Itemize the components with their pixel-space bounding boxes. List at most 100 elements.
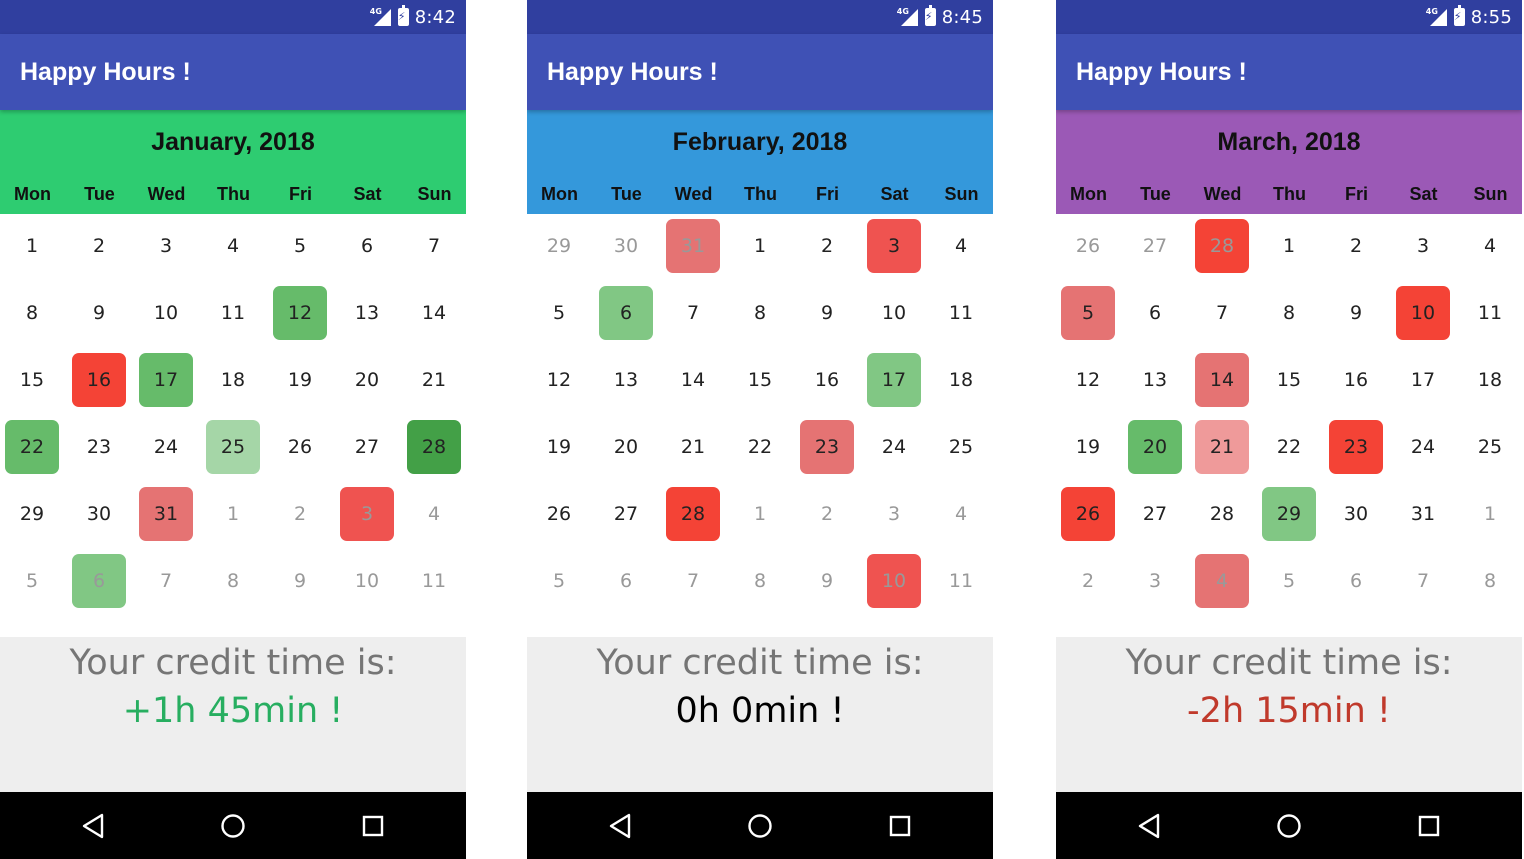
calendar-day[interactable]: 1 [1463, 487, 1517, 541]
calendar-day[interactable]: 28 [666, 487, 720, 541]
calendar-day[interactable]: 29 [5, 487, 59, 541]
calendar-day[interactable]: 19 [532, 420, 586, 474]
calendar-day[interactable]: 10 [867, 554, 921, 608]
calendar-day[interactable]: 11 [206, 286, 260, 340]
calendar-day[interactable]: 30 [599, 219, 653, 273]
calendar-day[interactable]: 7 [139, 554, 193, 608]
calendar-day[interactable]: 8 [733, 554, 787, 608]
calendar-day[interactable]: 7 [407, 219, 461, 273]
calendar-day[interactable]: 4 [407, 487, 461, 541]
calendar-day[interactable]: 15 [1262, 353, 1316, 407]
calendar-day[interactable]: 2 [72, 219, 126, 273]
calendar-day[interactable]: 24 [1396, 420, 1450, 474]
calendar-day[interactable]: 31 [666, 219, 720, 273]
recents-icon[interactable] [353, 806, 393, 846]
calendar-day[interactable]: 23 [72, 420, 126, 474]
calendar-day[interactable]: 27 [599, 487, 653, 541]
calendar-day[interactable]: 1 [733, 219, 787, 273]
calendar-day[interactable]: 9 [1329, 286, 1383, 340]
calendar-day[interactable]: 6 [1128, 286, 1182, 340]
calendar-day[interactable]: 18 [206, 353, 260, 407]
calendar-day[interactable]: 6 [599, 286, 653, 340]
calendar-day[interactable]: 10 [867, 286, 921, 340]
calendar-day[interactable]: 9 [800, 286, 854, 340]
calendar-day[interactable]: 4 [934, 487, 988, 541]
back-icon[interactable] [601, 806, 641, 846]
home-icon[interactable] [740, 806, 780, 846]
calendar-day[interactable]: 26 [1061, 487, 1115, 541]
calendar-day[interactable]: 21 [666, 420, 720, 474]
calendar-day[interactable]: 19 [273, 353, 327, 407]
calendar-day[interactable]: 1 [206, 487, 260, 541]
calendar-day[interactable]: 3 [1396, 219, 1450, 273]
calendar-day[interactable]: 1 [733, 487, 787, 541]
calendar-day[interactable]: 6 [340, 219, 394, 273]
calendar-day[interactable]: 24 [139, 420, 193, 474]
calendar-day[interactable]: 3 [867, 487, 921, 541]
home-icon[interactable] [213, 806, 253, 846]
calendar-day[interactable]: 23 [800, 420, 854, 474]
calendar-day[interactable]: 12 [1061, 353, 1115, 407]
calendar-day[interactable]: 18 [934, 353, 988, 407]
calendar-day[interactable]: 4 [206, 219, 260, 273]
calendar-day[interactable]: 7 [1396, 554, 1450, 608]
calendar-day[interactable]: 8 [206, 554, 260, 608]
calendar-day[interactable]: 14 [1195, 353, 1249, 407]
calendar-day[interactable]: 17 [1396, 353, 1450, 407]
calendar-day[interactable]: 2 [1061, 554, 1115, 608]
calendar-day[interactable]: 9 [72, 286, 126, 340]
calendar-day[interactable]: 29 [532, 219, 586, 273]
calendar-day[interactable]: 12 [273, 286, 327, 340]
calendar-day[interactable]: 3 [1128, 554, 1182, 608]
calendar-day[interactable]: 17 [867, 353, 921, 407]
calendar-day[interactable]: 31 [139, 487, 193, 541]
calendar-day[interactable]: 6 [72, 554, 126, 608]
calendar-day[interactable]: 16 [72, 353, 126, 407]
calendar-day[interactable]: 21 [407, 353, 461, 407]
calendar-day[interactable]: 13 [599, 353, 653, 407]
calendar-day[interactable]: 22 [5, 420, 59, 474]
calendar-day[interactable]: 20 [340, 353, 394, 407]
calendar-day[interactable]: 31 [1396, 487, 1450, 541]
calendar-day[interactable]: 20 [599, 420, 653, 474]
calendar-day[interactable]: 8 [5, 286, 59, 340]
calendar-day[interactable]: 3 [867, 219, 921, 273]
calendar-day[interactable]: 5 [273, 219, 327, 273]
calendar-day[interactable]: 26 [532, 487, 586, 541]
calendar-day[interactable]: 7 [666, 554, 720, 608]
calendar-day[interactable]: 3 [340, 487, 394, 541]
calendar-day[interactable]: 30 [1329, 487, 1383, 541]
back-icon[interactable] [1130, 806, 1170, 846]
calendar-day[interactable]: 28 [1195, 487, 1249, 541]
calendar-day[interactable]: 21 [1195, 420, 1249, 474]
recents-icon[interactable] [880, 806, 920, 846]
calendar-day[interactable]: 11 [934, 286, 988, 340]
calendar-day[interactable]: 7 [1195, 286, 1249, 340]
month-title[interactable]: March, 2018 [1056, 128, 1522, 157]
calendar-day[interactable]: 9 [273, 554, 327, 608]
calendar-day[interactable]: 9 [800, 554, 854, 608]
calendar-day[interactable]: 19 [1061, 420, 1115, 474]
calendar-day[interactable]: 10 [1396, 286, 1450, 340]
calendar-day[interactable]: 3 [139, 219, 193, 273]
calendar-day[interactable]: 11 [934, 554, 988, 608]
calendar-day[interactable]: 8 [733, 286, 787, 340]
calendar-day[interactable]: 5 [1262, 554, 1316, 608]
calendar-day[interactable]: 5 [532, 286, 586, 340]
calendar-day[interactable]: 12 [532, 353, 586, 407]
calendar-day[interactable]: 2 [1329, 219, 1383, 273]
back-icon[interactable] [74, 806, 114, 846]
calendar-day[interactable]: 4 [1463, 219, 1517, 273]
calendar-day[interactable]: 24 [867, 420, 921, 474]
calendar-day[interactable]: 7 [666, 286, 720, 340]
calendar-day[interactable]: 25 [934, 420, 988, 474]
calendar-day[interactable]: 8 [1262, 286, 1316, 340]
calendar-day[interactable]: 25 [206, 420, 260, 474]
calendar-day[interactable]: 15 [5, 353, 59, 407]
month-title[interactable]: February, 2018 [527, 128, 993, 157]
calendar-day[interactable]: 26 [273, 420, 327, 474]
calendar-day[interactable]: 11 [407, 554, 461, 608]
calendar-day[interactable]: 6 [599, 554, 653, 608]
calendar-day[interactable]: 20 [1128, 420, 1182, 474]
calendar-day[interactable]: 10 [340, 554, 394, 608]
